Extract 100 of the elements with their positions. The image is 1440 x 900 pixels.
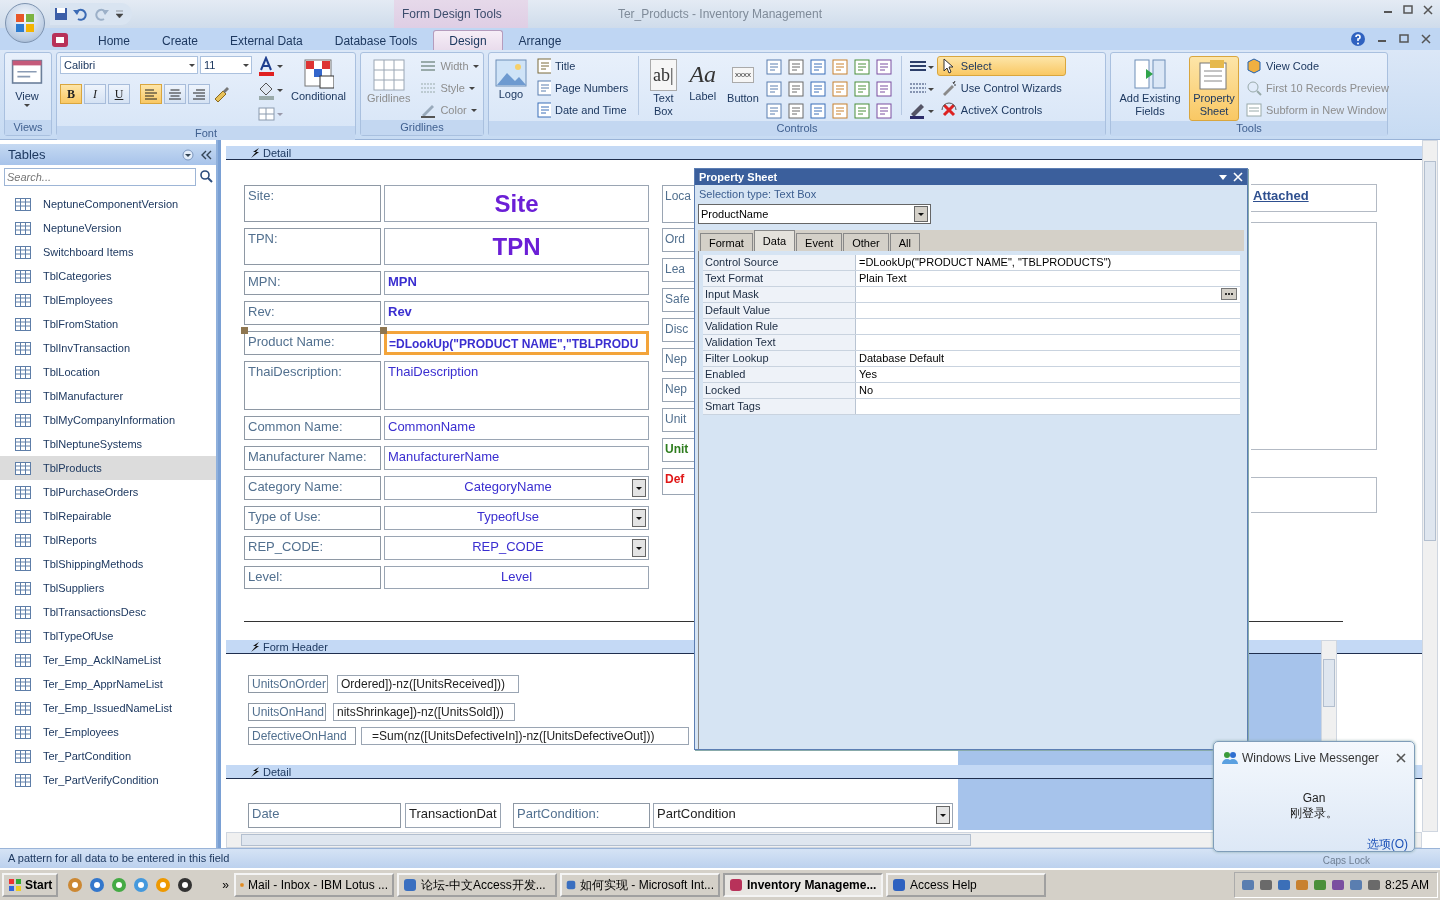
toolbox-icon[interactable] — [830, 80, 849, 98]
table-item[interactable]: TblTransactionsDesc — [0, 600, 216, 624]
taskbar-button[interactable]: 如何实现 - Microsoft Int... — [560, 873, 721, 897]
text-box[interactable]: TPN — [384, 228, 649, 265]
toolbox-icon[interactable] — [764, 58, 783, 76]
property-tab[interactable]: Event — [796, 233, 843, 251]
ribbon-button[interactable]: Page Numbers — [533, 78, 633, 98]
table-item[interactable]: TblEmployees — [0, 288, 216, 312]
object-combo-box[interactable]: ProductName — [698, 204, 931, 224]
ribbon-tab[interactable]: Home — [82, 30, 146, 50]
table-item[interactable]: TblRepairable — [0, 504, 216, 528]
text-box[interactable]: Level — [384, 566, 649, 589]
text-box[interactable]: Rev — [384, 301, 649, 325]
property-value-field[interactable] — [856, 303, 1240, 318]
table-item[interactable]: TblMyCompanyInformation — [0, 408, 216, 432]
toolbox-icon[interactable] — [808, 58, 827, 76]
table-item[interactable]: TblTypeOfUse — [0, 624, 216, 648]
taskbar-button[interactable]: 论坛-中文Access开发... — [397, 873, 558, 897]
close-icon[interactable] — [1422, 4, 1434, 16]
tray-icon[interactable] — [1348, 878, 1363, 892]
property-value-field[interactable]: =DLookUp("PRODUCT NAME", "TBLPRODUCTS") — [856, 255, 1240, 270]
tray-icon[interactable] — [1330, 878, 1345, 892]
font-size-field[interactable]: 11 — [200, 56, 252, 74]
logo-button[interactable]: Logo — [492, 56, 530, 104]
text-box[interactable]: CommonName — [384, 416, 649, 440]
property-value-field[interactable] — [856, 319, 1240, 334]
close-icon[interactable] — [1420, 33, 1432, 45]
toolbox-icon[interactable] — [764, 80, 783, 98]
toolbox-icon[interactable] — [874, 102, 893, 120]
dropdown-button-icon[interactable] — [632, 509, 646, 527]
property-value-field[interactable] — [856, 399, 1240, 414]
selection-handle[interactable] — [380, 327, 387, 334]
toolbox-icon[interactable] — [786, 80, 805, 98]
property-value-field[interactable] — [856, 287, 1240, 302]
dropdown-icon[interactable] — [1219, 174, 1227, 180]
tray-icon[interactable] — [1258, 878, 1273, 892]
taskbar-button[interactable]: Inventory Manageme... — [723, 873, 884, 897]
maximize-icon[interactable] — [1402, 4, 1414, 16]
toolbox-icon[interactable] — [852, 102, 871, 120]
toolbox-icon[interactable] — [786, 58, 805, 76]
table-item[interactable]: TblCategories — [0, 264, 216, 288]
table-item[interactable]: TblSuppliers — [0, 576, 216, 600]
control-button[interactable]: xxxx Button — [724, 56, 762, 108]
customize-icon[interactable] — [116, 9, 124, 19]
conditional-button[interactable]: Conditional — [288, 56, 350, 106]
table-item[interactable]: TblPurchaseOrders — [0, 480, 216, 504]
undo-icon[interactable] — [72, 7, 90, 21]
tray-icon[interactable] — [1240, 878, 1255, 892]
property-value-field[interactable] — [856, 335, 1240, 350]
app-icon[interactable] — [50, 30, 70, 50]
selection-handle[interactable] — [241, 327, 248, 334]
combo-box[interactable]: PartCondition — [653, 803, 953, 828]
dropdown-button-icon[interactable] — [914, 206, 928, 222]
toolbox-icon[interactable] — [830, 102, 849, 120]
combo-box[interactable]: TypeofUse — [384, 506, 649, 530]
table-item[interactable]: TblShippingMethods — [0, 552, 216, 576]
options-link[interactable]: 选项(O) — [1366, 836, 1408, 853]
ribbon-tab[interactable]: Create — [146, 30, 215, 50]
toolbox-icon[interactable] — [852, 80, 871, 98]
table-item[interactable]: Ter_Emp_IssuedNameList — [0, 696, 216, 720]
table-item[interactable]: NeptuneComponentVersion — [0, 192, 216, 216]
text-box[interactable]: =DLookUp("PRODUCT NAME","TBLPRODU — [384, 331, 649, 355]
quick-launch-icon[interactable] — [177, 877, 194, 893]
ribbon-tab[interactable]: Arrange — [502, 30, 578, 50]
toolbox-icon[interactable] — [852, 58, 871, 76]
ribbon-button[interactable]: Use Control Wizards — [936, 78, 1066, 98]
control-button[interactable]: ab| Text Box — [645, 56, 682, 121]
tool-button[interactable]: Add Existing Fields — [1114, 56, 1186, 121]
table-item[interactable]: Ter_PartVerifyCondition — [0, 768, 216, 792]
table-item[interactable]: TblInvTransaction — [0, 336, 216, 360]
property-tab[interactable]: Other — [843, 233, 889, 251]
text-box[interactable]: ThaiDescription — [384, 361, 649, 410]
table-item[interactable]: Ter_Employees — [0, 720, 216, 744]
save-icon[interactable] — [54, 7, 68, 21]
ribbon-button[interactable]: View Code — [1242, 56, 1393, 76]
text-box[interactable]: ManufacturerName — [384, 446, 649, 470]
align-right-button[interactable] — [188, 84, 210, 104]
toolbox-icon[interactable] — [874, 80, 893, 98]
help-icon[interactable] — [1350, 31, 1366, 47]
tool-button[interactable]: Property Sheet — [1189, 56, 1239, 121]
ribbon-button[interactable]: ActiveX Controls — [936, 100, 1066, 120]
dropdown-button-icon[interactable] — [632, 539, 646, 557]
combo-box[interactable]: CategoryName — [384, 476, 649, 500]
table-item[interactable]: TblFromStation — [0, 312, 216, 336]
search-field[interactable]: Search... — [4, 168, 196, 186]
format-painter-icon[interactable] — [212, 85, 230, 103]
restore-icon[interactable] — [1398, 33, 1410, 45]
ribbon-tab[interactable]: External Data — [214, 30, 319, 50]
table-item[interactable]: NeptuneVersion — [0, 216, 216, 240]
view-button[interactable]: View — [8, 56, 46, 110]
start-button[interactable]: Start — [2, 873, 59, 897]
text-box[interactable]: =Sum(nz([UnitsDefectiveIn])-nz([UnitsDefectiveOut])) — [361, 727, 689, 745]
align-left-button[interactable] — [140, 84, 162, 104]
bold-button[interactable]: B — [60, 84, 82, 104]
table-item[interactable]: Ter_Emp_ApprNameList — [0, 672, 216, 696]
search-icon[interactable] — [199, 169, 213, 183]
align-center-button[interactable] — [164, 84, 186, 104]
dropdown-icon[interactable] — [243, 63, 249, 67]
tray-icon[interactable] — [1276, 878, 1291, 892]
table-item[interactable]: TblReports — [0, 528, 216, 552]
